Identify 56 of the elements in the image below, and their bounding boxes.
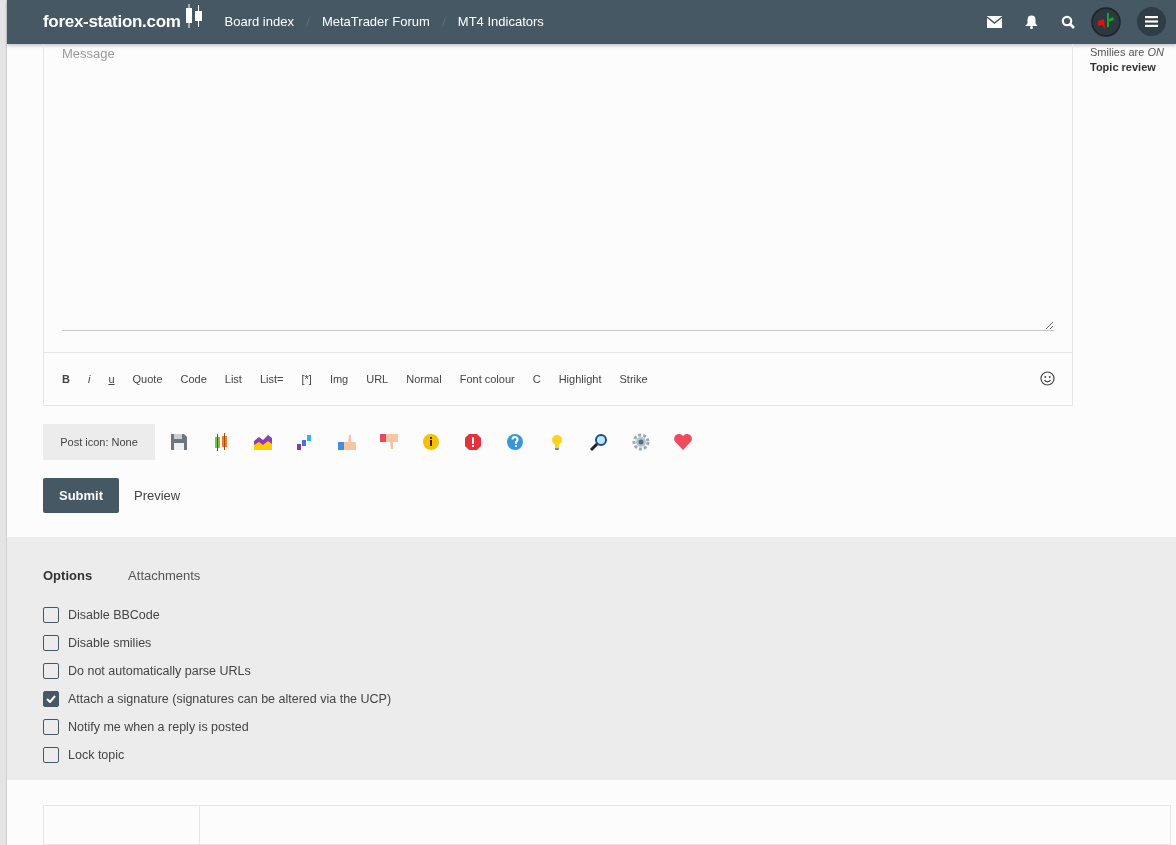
format-button[interactable]: u <box>99 370 124 388</box>
gear-icon[interactable] <box>631 431 651 452</box>
format-button[interactable]: B <box>53 370 79 388</box>
avatar-icon[interactable] <box>1091 6 1121 37</box>
bell-icon[interactable] <box>1025 14 1038 29</box>
checkbox-label: Lock topic <box>68 746 125 764</box>
magnifier-icon[interactable] <box>589 431 609 452</box>
smiley-icon[interactable] <box>1040 371 1055 387</box>
smilies-status: Smilies are ON <box>1090 44 1165 60</box>
thumbs-down-icon[interactable] <box>379 431 399 452</box>
checkbox[interactable] <box>43 691 59 708</box>
options-tab[interactable]: Attachments <box>128 565 201 586</box>
candlestick-logo-icon <box>183 3 204 28</box>
checkmark-icon <box>46 695 56 704</box>
checkbox[interactable] <box>43 747 59 764</box>
search-icon[interactable] <box>1061 14 1075 29</box>
breadcrumb-link[interactable]: MetaTrader Forum <box>321 12 430 32</box>
checkbox[interactable] <box>43 663 59 680</box>
submit-button[interactable]: Submit <box>43 477 119 513</box>
format-button[interactable]: Quote <box>123 370 172 388</box>
format-button[interactable]: Strike <box>610 370 657 388</box>
checkbox[interactable] <box>43 719 59 736</box>
info-icon[interactable] <box>421 431 441 452</box>
checkbox-label: Attach a signature (signatures can be altered via the UCP) <box>68 690 392 708</box>
format-button[interactable]: i <box>78 370 100 388</box>
site-logo[interactable]: forex-station.com <box>43 9 181 35</box>
breadcrumb-link[interactable]: MT4 Indicators <box>457 12 544 32</box>
message-textarea[interactable]: Message <box>62 43 1054 331</box>
preview-button[interactable]: Preview <box>134 485 181 506</box>
post-icon-button[interactable]: Post icon: None <box>43 423 155 460</box>
checkbox[interactable] <box>43 635 59 652</box>
format-button[interactable]: List= <box>250 370 293 388</box>
envelope-icon[interactable] <box>987 15 1002 28</box>
format-button[interactable]: Img <box>320 370 358 388</box>
heart-icon[interactable] <box>673 431 693 452</box>
format-button[interactable]: [*] <box>292 370 321 388</box>
topic-review-link[interactable]: Topic review <box>1090 59 1176 75</box>
format-button[interactable]: C <box>523 370 550 388</box>
options-tab[interactable]: Options <box>43 565 93 586</box>
menu-button[interactable] <box>1137 7 1166 37</box>
breadcrumb-link[interactable]: Board index <box>224 12 294 32</box>
message-editor[interactable]: Message B i u Quote Code List List= [*] Img URL Normal Font colour C Highlight Strike <box>43 43 1073 406</box>
checkbox[interactable] <box>43 607 59 624</box>
menu-icon <box>1145 16 1158 28</box>
warning-icon[interactable] <box>463 431 483 452</box>
checkbox-label: Disable BBCode <box>68 606 160 624</box>
help-icon[interactable] <box>505 431 525 452</box>
format-button[interactable]: URL <box>357 370 398 388</box>
checkbox-label: Notify me when a reply is posted <box>68 718 249 736</box>
checkbox-label: Do not automatically parse URLs <box>68 662 251 680</box>
format-button[interactable]: Normal <box>397 370 451 388</box>
checkbox-label: Disable smilies <box>68 634 152 652</box>
format-button[interactable]: List <box>215 370 251 388</box>
format-button[interactable]: Highlight <box>549 370 611 388</box>
format-button[interactable]: Code <box>171 370 216 388</box>
format-button[interactable]: Font colour <box>450 370 524 388</box>
